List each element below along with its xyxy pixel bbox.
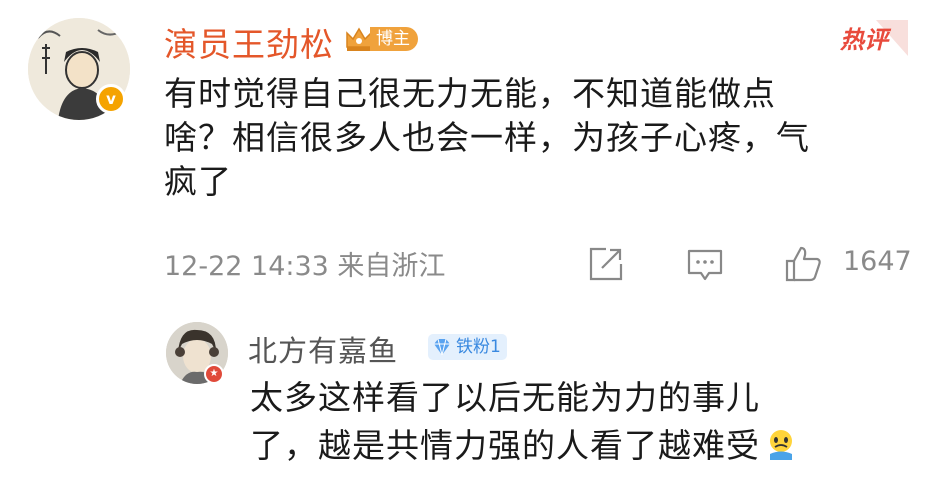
reply-username[interactable]: 北方有嘉鱼 (248, 328, 398, 370)
reply-line: 太多这样看了以后无能为力的事儿 (250, 378, 760, 417)
comment-text: 有时觉得自己很无力无能，不知道能做点 啥？相信很多人也会一样，为孩子心疼，气 疯… (164, 72, 924, 204)
reply-button[interactable] (685, 244, 725, 284)
verified-icon: v (96, 84, 126, 114)
fan-badge: 铁粉1 (428, 334, 507, 360)
reply-line-with-emoji: 了，越是共情力强的人看了越难受 (250, 422, 930, 470)
user-level-icon: ★ (204, 364, 224, 384)
username[interactable]: 演员王劲松 (164, 18, 334, 66)
comment-line: 啥？相信很多人也会一样，为孩子心疼，气 (164, 118, 810, 157)
blogger-badge-label: 博主 (370, 27, 418, 51)
timestamp: 12-22 14:33 来自浙江 (164, 251, 446, 282)
hot-comment-tag: 热评 (836, 18, 908, 58)
reply-line: 了，越是共情力强的人看了越难受 (250, 426, 760, 465)
comment-line: 有时觉得自己很无力无能，不知道能做点 (164, 74, 776, 113)
blogger-badge: 博主 (344, 24, 418, 54)
comment-icon (687, 249, 723, 281)
hot-tag-icon: 热评 (839, 20, 908, 56)
like-count: 1647 (843, 246, 912, 277)
like-button[interactable] (783, 244, 823, 284)
sad-face-emoji-icon (770, 430, 792, 460)
svg-text:热评: 热评 (839, 26, 892, 54)
share-button[interactable] (586, 244, 626, 284)
share-icon (589, 247, 623, 281)
reply-text: 太多这样看了以后无能为力的事儿 了，越是共情力强的人看了越难受 (250, 374, 930, 470)
comment-line: 疯了 (164, 162, 232, 201)
thumbs-up-icon (785, 246, 821, 282)
fan-badge-label: 铁粉1 (456, 337, 501, 357)
diamond-icon (434, 338, 450, 356)
